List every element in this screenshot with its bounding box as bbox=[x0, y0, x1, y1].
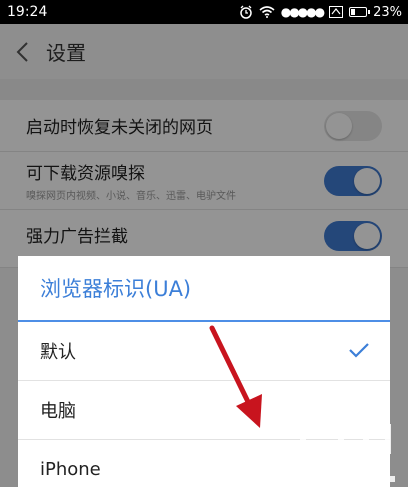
watermark-logo bbox=[287, 422, 395, 482]
option-label: 默认 bbox=[40, 342, 76, 363]
checkmark-icon bbox=[349, 343, 369, 358]
wifi-icon bbox=[259, 6, 275, 18]
status-time: 19:24 bbox=[7, 4, 48, 20]
option-label: iPhone bbox=[40, 458, 101, 480]
status-bar: 19:24 ●●●●● 23% bbox=[0, 0, 408, 24]
battery-icon bbox=[349, 7, 371, 17]
dialog-title: 浏览器标识(UA) bbox=[18, 256, 390, 322]
network-box-icon bbox=[329, 6, 344, 18]
battery-percent: 23% bbox=[373, 4, 402, 20]
option-label: 电脑 bbox=[40, 401, 76, 422]
status-icons: ●●●●● 23% bbox=[239, 5, 402, 20]
signal-icon: ●●●●● bbox=[280, 5, 325, 19]
alarm-icon bbox=[239, 5, 252, 19]
annotation-arrow-icon bbox=[209, 325, 262, 428]
